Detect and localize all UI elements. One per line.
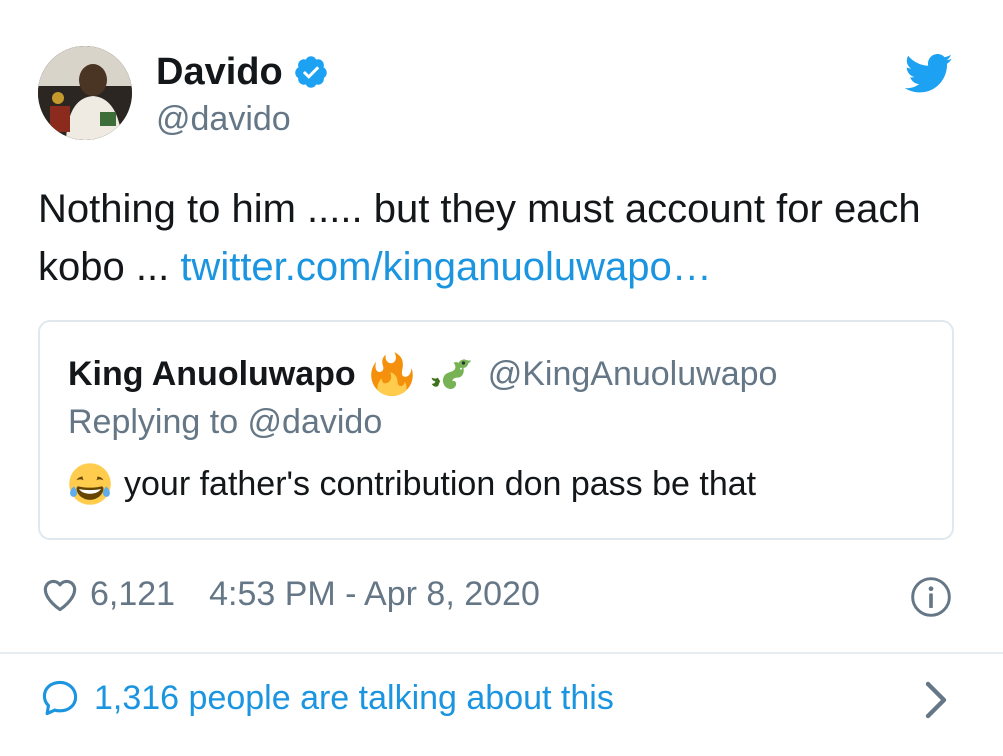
quoted-tweet-card[interactable]: King Anuoluwapo @KingAnuoluwapo Replying… (38, 320, 954, 540)
chevron-right-icon[interactable] (918, 680, 954, 720)
twitter-bird-icon[interactable] (905, 54, 953, 94)
tears-of-joy-emoji-icon (68, 462, 112, 506)
reply-context: Replying to @davido (68, 403, 383, 441)
embedded-tweet: Davido @davido Nothing to him ..... but … (0, 0, 1003, 756)
conversation-link[interactable]: 1,316 people are talking about this (38, 676, 614, 720)
talking-about-text: 1,316 people are talking about this (94, 679, 614, 717)
tweet-meta-row: 6,121 4:53 PM - Apr 8, 2020 (38, 572, 540, 616)
verified-badge-icon (294, 56, 327, 88)
speech-bubble-icon (42, 680, 78, 716)
like-count[interactable]: 6,121 (90, 572, 175, 616)
author-name-row: Davido (156, 50, 329, 94)
author-display-name[interactable]: Davido (156, 50, 283, 94)
quoted-text-row: your father's contribution don pass be t… (68, 462, 756, 506)
tweet-body: Nothing to him ..... but they must accou… (38, 180, 958, 296)
divider (0, 652, 1003, 654)
quoted-author-row: King Anuoluwapo @KingAnuoluwapo (68, 352, 777, 396)
quoted-display-name: King Anuoluwapo (68, 355, 356, 393)
author-handle[interactable]: @davido (156, 98, 291, 140)
heart-icon[interactable] (38, 572, 82, 616)
dragon-emoji-icon (428, 352, 472, 396)
tweet-timestamp[interactable]: 4:53 PM - Apr 8, 2020 (209, 572, 540, 616)
tweet-link[interactable]: twitter.com/kinganuoluwapo… (180, 245, 711, 289)
fire-emoji-icon (370, 352, 414, 396)
author-avatar[interactable] (38, 46, 132, 140)
quoted-handle: @KingAnuoluwapo (487, 355, 778, 393)
info-icon[interactable] (909, 575, 953, 619)
quoted-text: your father's contribution don pass be t… (124, 465, 757, 503)
